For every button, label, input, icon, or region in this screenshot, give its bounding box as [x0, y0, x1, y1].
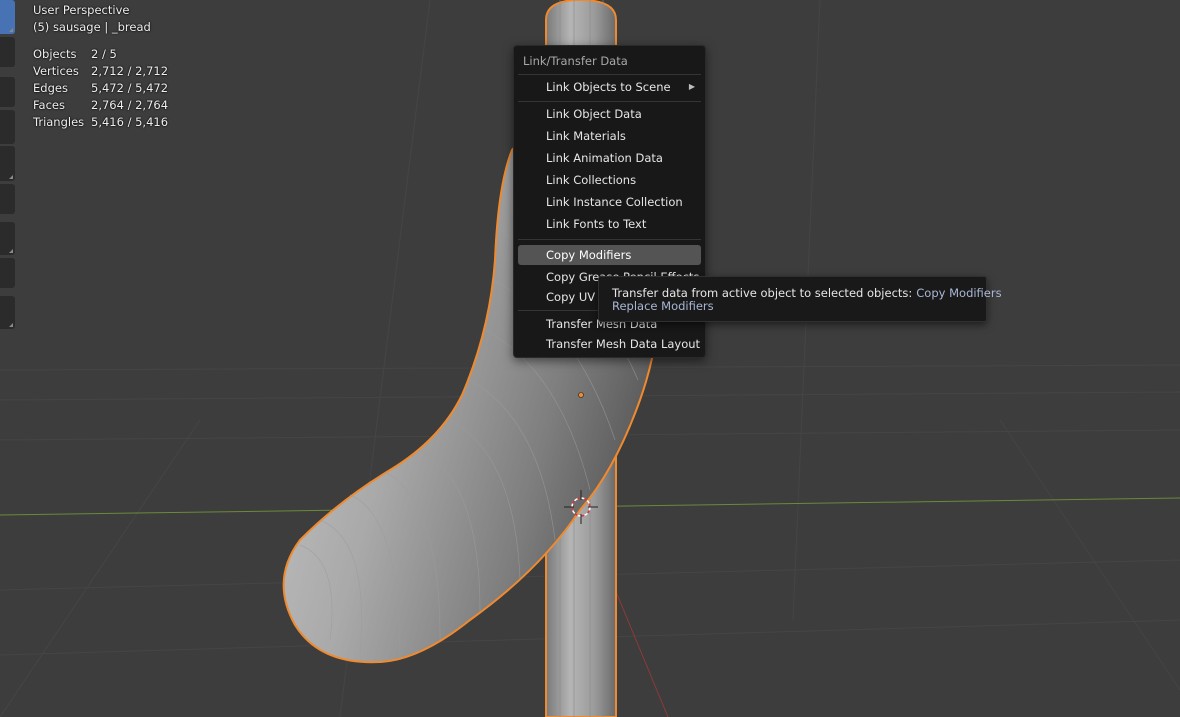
select-tool-button[interactable]	[0, 0, 15, 34]
menu-separator	[518, 239, 701, 240]
collection-object-label: (5) sausage | _bread	[33, 20, 151, 34]
transform-tool-button[interactable]	[0, 184, 15, 214]
stats-label: Objects	[33, 47, 77, 61]
tooltip-operator-name: Copy Modifiers	[916, 286, 1002, 300]
menu-item-label: Link Animation Data	[546, 151, 663, 165]
menu-item-copy-modifiers[interactable]: Copy Modifiers	[518, 245, 701, 265]
menu-item-label: Link Fonts to Text	[546, 217, 647, 231]
menu-item-label: Copy Modifiers	[546, 248, 632, 262]
stats-row-objects: Objects 2 / 5	[33, 46, 168, 63]
tooltip-python-name: Replace Modifiers	[612, 299, 714, 313]
menu-item-link-instance-collection[interactable]: Link Instance Collection	[518, 192, 701, 212]
stats-label: Vertices	[33, 64, 79, 78]
stats-value: 2,712 / 2,712	[91, 64, 169, 78]
stats-value: 5,472 / 5,472	[91, 81, 169, 95]
annotate-tool-button[interactable]	[0, 222, 15, 255]
menu-item-label: Transfer Mesh Data Layout	[546, 337, 701, 351]
scene-statistics: Objects 2 / 5 Vertices 2,712 / 2,712 Edg…	[33, 46, 168, 131]
rotate-tool-button[interactable]	[0, 110, 15, 144]
stats-value: 2,764 / 2,764	[91, 98, 169, 112]
menu-item-link-fonts-to-text[interactable]: Link Fonts to Text	[518, 214, 701, 234]
stats-label: Faces	[33, 98, 65, 112]
stats-value: 5,416 / 5,416	[91, 115, 169, 129]
object-origin	[578, 392, 584, 398]
tooltip-description-line: Transfer data from active object to sele…	[612, 286, 1002, 300]
menu-item-link-animation-data[interactable]: Link Animation Data	[518, 148, 701, 168]
menu-item-label: Link Objects to Scene	[546, 80, 671, 94]
menu-item-link-collections[interactable]: Link Collections	[518, 170, 701, 190]
stats-value: 2 / 5	[91, 47, 117, 61]
stats-label: Triangles	[33, 115, 85, 129]
operator-tooltip: Transfer data from active object to sele…	[598, 276, 1002, 322]
scale-tool-button[interactable]	[0, 146, 15, 181]
submenu-arrow-icon: ▶	[688, 82, 695, 91]
menu-item-link-objects-to-scene[interactable]: Link Objects to Scene ▶	[518, 77, 701, 97]
menu-item-link-object-data[interactable]: Link Object Data	[518, 104, 701, 124]
stats-label: Edges	[33, 81, 68, 95]
menu-item-link-materials[interactable]: Link Materials	[518, 126, 701, 146]
menu-separator	[518, 101, 701, 102]
menu-item-label: Link Materials	[546, 129, 626, 143]
measure-tool-button[interactable]	[0, 258, 15, 288]
stats-row-edges: Edges 5,472 / 5,472	[33, 80, 168, 97]
view-name: User Perspective	[33, 3, 130, 17]
add-cube-tool-button[interactable]	[0, 296, 15, 329]
stats-row-vertices: Vertices 2,712 / 2,712	[33, 63, 168, 80]
stats-row-triangles: Triangles 5,416 / 5,416	[33, 114, 168, 131]
menu-item-label: Link Collections	[546, 173, 637, 187]
menu-separator	[518, 74, 701, 75]
tooltip-description: Transfer data from active object to sele…	[612, 286, 913, 300]
stats-row-faces: Faces 2,764 / 2,764	[33, 97, 168, 114]
cursor-tool-button[interactable]	[0, 37, 15, 67]
menu-item-label: Link Instance Collection	[546, 195, 683, 209]
move-tool-button[interactable]	[0, 77, 15, 107]
menu-item-label: Link Object Data	[546, 107, 642, 121]
menu-item-transfer-mesh-data-layout[interactable]: Transfer Mesh Data Layout	[518, 334, 701, 354]
menu-title: Link/Transfer Data	[523, 54, 628, 68]
viewport-info: User Perspective (5) sausage | _bread	[33, 2, 151, 36]
